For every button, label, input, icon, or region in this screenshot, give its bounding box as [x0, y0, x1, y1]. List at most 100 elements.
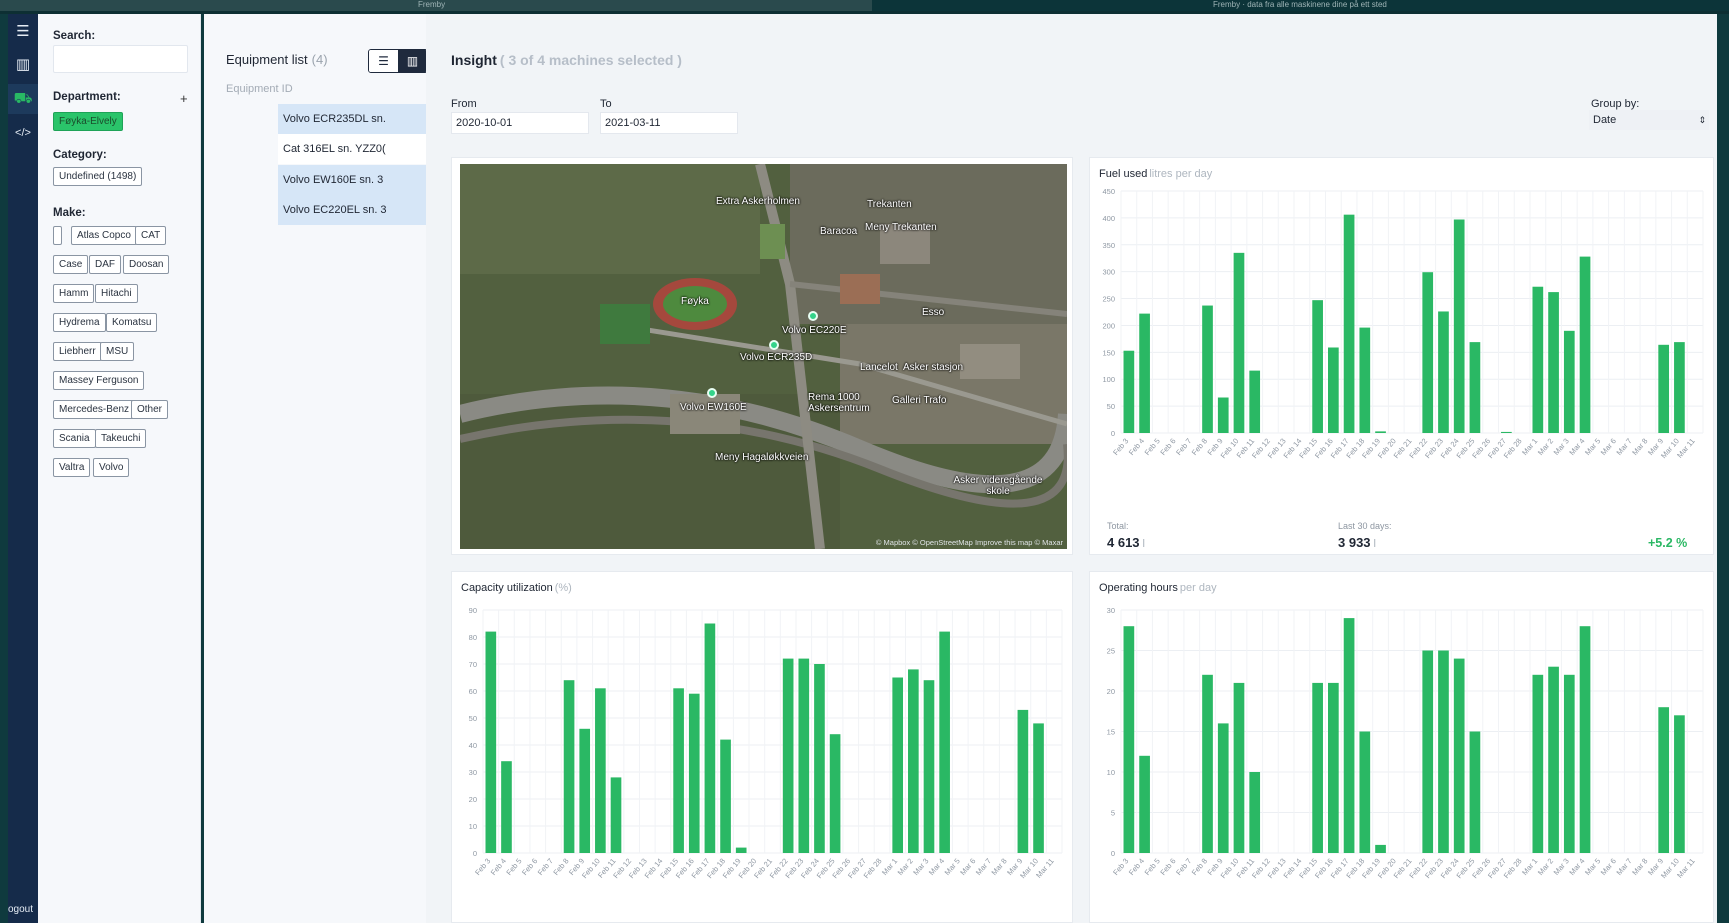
bar[interactable]	[1123, 350, 1135, 433]
machine-icon[interactable]: ⛟	[8, 84, 38, 114]
bar[interactable]	[1532, 286, 1544, 433]
equipment-row[interactable]: Volvo ECR235DL sn.	[278, 104, 426, 134]
make-chip[interactable]: Mercedes-Benz	[53, 400, 136, 419]
bar[interactable]	[1422, 650, 1434, 854]
bar[interactable]	[892, 677, 904, 854]
bar[interactable]	[1501, 431, 1512, 433]
bar[interactable]	[501, 761, 512, 853]
code-icon[interactable]: </>	[8, 118, 38, 148]
bar[interactable]	[1328, 347, 1339, 433]
bar[interactable]	[1658, 707, 1670, 853]
bar[interactable]	[923, 680, 935, 853]
bar[interactable]	[1202, 305, 1213, 433]
bar[interactable]	[1312, 300, 1323, 433]
make-chip[interactable]: Other	[131, 400, 169, 419]
bar[interactable]	[1563, 330, 1575, 433]
department-chip[interactable]: Føyka-Elvely	[53, 112, 123, 131]
make-chip[interactable]: Hitachi	[95, 284, 138, 303]
bar[interactable]	[1579, 256, 1591, 433]
bar[interactable]	[1343, 214, 1355, 433]
bar[interactable]	[939, 631, 950, 853]
bar[interactable]	[798, 658, 810, 853]
equipment-row[interactable]: Volvo EC220EL sn. 3	[278, 195, 426, 225]
satellite-map[interactable]: Extra Askerholmen Trekanten Baracoa Meny…	[460, 164, 1067, 549]
make-chip[interactable]: Takeuchi	[95, 429, 147, 448]
bar[interactable]	[1563, 674, 1575, 853]
bar[interactable]	[720, 739, 731, 853]
to-date-input[interactable]: 2021-03-11	[600, 112, 738, 134]
bar[interactable]	[1548, 292, 1559, 433]
bar[interactable]	[1343, 618, 1355, 853]
logout-link[interactable]: ogout	[8, 904, 33, 915]
bar[interactable]	[1438, 311, 1449, 433]
group-by-select[interactable]: Date ⇕	[1589, 110, 1709, 130]
bar[interactable]	[1469, 342, 1481, 433]
bar[interactable]	[1249, 772, 1261, 853]
bar[interactable]	[735, 847, 747, 853]
bar[interactable]	[1217, 397, 1229, 433]
chart-view-icon[interactable]: ▥	[398, 50, 427, 72]
building-icon[interactable]: ▥	[8, 49, 38, 79]
make-chip[interactable]: CAT	[135, 226, 167, 245]
make-chip[interactable]: Volvo	[93, 458, 130, 477]
bar[interactable]	[1674, 715, 1685, 853]
bar[interactable]	[1658, 344, 1670, 433]
bar[interactable]	[829, 734, 841, 853]
make-chip[interactable]: Atlas Copco	[71, 226, 137, 245]
bar[interactable]	[610, 777, 622, 853]
machine-marker[interactable]	[808, 311, 818, 321]
bar[interactable]	[1375, 431, 1386, 433]
bar[interactable]	[1233, 682, 1245, 853]
bar[interactable]	[1233, 252, 1245, 433]
make-chip[interactable]: Scania	[53, 429, 96, 448]
bar[interactable]	[1359, 731, 1371, 854]
bar[interactable]	[485, 631, 497, 853]
make-chip[interactable]: Doosan	[123, 255, 170, 274]
bar[interactable]	[1359, 327, 1371, 433]
bar[interactable]	[1548, 666, 1559, 853]
bar[interactable]	[563, 680, 575, 853]
bar[interactable]	[1532, 674, 1544, 853]
make-chip[interactable]: Massey Ferguson	[53, 371, 145, 390]
bar[interactable]	[1202, 674, 1213, 853]
add-department-button[interactable]: +	[180, 91, 188, 106]
machine-marker[interactable]	[769, 340, 779, 350]
bar[interactable]	[1438, 650, 1449, 854]
bar[interactable]	[1674, 342, 1685, 433]
bar[interactable]	[1017, 709, 1029, 853]
list-view-icon[interactable]: ☰	[369, 50, 398, 72]
bar[interactable]	[1249, 370, 1261, 433]
bar[interactable]	[1123, 626, 1135, 853]
bar[interactable]	[704, 623, 716, 854]
make-chip[interactable]	[53, 226, 62, 245]
bar[interactable]	[1217, 723, 1229, 853]
make-chip[interactable]: Hamm	[53, 284, 95, 303]
make-chip[interactable]: Case	[53, 255, 89, 274]
make-chip[interactable]: Valtra	[53, 458, 91, 477]
from-date-input[interactable]: 2020-10-01	[451, 112, 589, 134]
category-chip[interactable]: Undefined (1498)	[53, 167, 143, 186]
bar[interactable]	[1375, 844, 1386, 853]
machine-marker[interactable]	[707, 388, 717, 398]
make-chip[interactable]: MSU	[100, 342, 135, 361]
search-input[interactable]	[53, 45, 188, 73]
bar[interactable]	[579, 728, 591, 853]
bar[interactable]	[688, 693, 700, 853]
make-chip[interactable]: DAF	[89, 255, 121, 274]
equipment-row[interactable]: Cat 316EL sn. YZZ0(	[278, 134, 426, 164]
bar[interactable]	[1453, 658, 1465, 853]
equipment-row[interactable]: Volvo EW160E sn. 3	[278, 165, 426, 195]
bar[interactable]	[908, 669, 919, 853]
bar[interactable]	[1422, 272, 1434, 433]
bar[interactable]	[1139, 313, 1150, 433]
bar[interactable]	[1579, 626, 1591, 853]
make-chip[interactable]: Hydrema	[53, 313, 106, 332]
menu-icon[interactable]: ☰	[8, 16, 38, 46]
bar[interactable]	[1469, 731, 1481, 854]
bar[interactable]	[673, 688, 684, 853]
bar[interactable]	[1453, 219, 1465, 433]
bar[interactable]	[1312, 682, 1323, 853]
bar[interactable]	[1033, 723, 1044, 853]
bar[interactable]	[782, 658, 794, 853]
make-chip[interactable]: Komatsu	[106, 313, 158, 332]
